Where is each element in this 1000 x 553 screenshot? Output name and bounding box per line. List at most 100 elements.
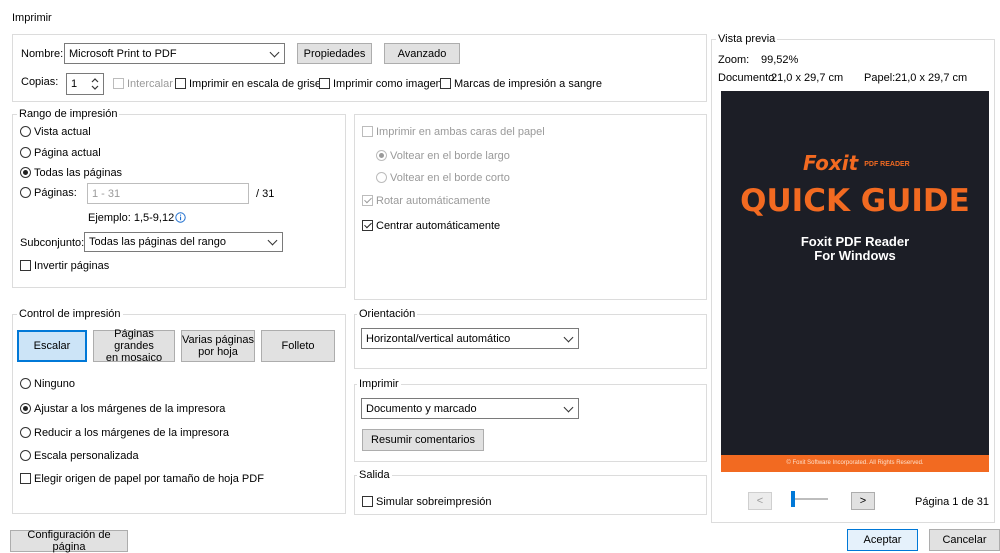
current-page-label: Página actual xyxy=(34,147,101,159)
cancel-button[interactable]: Cancelar xyxy=(929,529,1000,551)
duplex-group xyxy=(354,114,707,300)
radio-pages[interactable] xyxy=(20,187,31,198)
radio-long-edge[interactable] xyxy=(376,150,387,161)
preview-page: Foxit PDF READER QUICK GUIDE Foxit PDF R… xyxy=(721,91,989,472)
as-image-label: Imprimir como imagen xyxy=(333,78,442,90)
document-size-value: 21,0 x 29,7 cm xyxy=(771,72,844,84)
zoom-label: Zoom: xyxy=(718,54,750,66)
pages-input[interactable]: 1 - 31 xyxy=(87,183,249,204)
advanced-button[interactable]: Avanzado xyxy=(384,43,460,64)
booklet-button[interactable]: Folleto xyxy=(261,330,335,362)
output-group xyxy=(354,475,707,515)
paper-size-label: Papel: xyxy=(864,72,896,84)
page-slider-thumb[interactable] xyxy=(791,491,795,507)
page-setup-button[interactable]: Configuración de página xyxy=(10,529,128,553)
both-sides-label: Imprimir en ambas caras del papel xyxy=(376,126,545,138)
print-what-title: Imprimir xyxy=(357,378,401,390)
cover-line-1: Foxit PDF Reader xyxy=(800,234,910,249)
pages-input-value: 1 - 31 xyxy=(92,187,121,200)
pages-example: Ejemplo: 1,5-9,12 xyxy=(88,212,175,224)
radio-shrink-margins[interactable] xyxy=(20,427,31,438)
radio-fit-margins[interactable] xyxy=(20,403,31,414)
as-image-checkbox[interactable] xyxy=(319,78,330,89)
radio-short-edge[interactable] xyxy=(376,172,387,183)
orientation-title: Orientación xyxy=(357,308,418,320)
page-indicator: Página 1 de 31 xyxy=(915,496,990,508)
auto-center-checkbox[interactable] xyxy=(362,220,373,231)
multiple-pages-label-1: Varias páginas xyxy=(182,334,254,346)
next-page-button[interactable]: > xyxy=(851,492,875,510)
printer-name-label: Nombre: xyxy=(21,48,64,60)
summarize-comments-button[interactable]: Resumir comentarios xyxy=(362,429,484,451)
bleed-marks-checkbox[interactable] xyxy=(440,78,451,89)
properties-button[interactable]: Propiedades xyxy=(297,43,372,64)
grayscale-checkbox[interactable] xyxy=(175,78,186,89)
overprint-label: Simular sobreimpresión xyxy=(376,496,492,508)
auto-center-label: Centrar automáticamente xyxy=(376,220,501,232)
print-range-title: Rango de impresión xyxy=(17,108,120,120)
radio-none[interactable] xyxy=(20,378,31,389)
document-size-label: Documento: xyxy=(718,72,778,84)
chevron-down-icon xyxy=(267,235,278,246)
paper-source-label: Elegir origen de papel por tamaño de hoj… xyxy=(34,473,264,485)
ok-button[interactable]: Aceptar xyxy=(847,529,918,551)
grayscale-label: Imprimir en escala de grises xyxy=(189,78,327,90)
all-pages-label: Todas las páginas xyxy=(34,167,123,179)
current-view-label: Vista actual xyxy=(34,126,91,138)
foxit-logo: Foxit PDF READER xyxy=(803,151,910,175)
preview-title: Vista previa xyxy=(716,33,778,45)
copies-label: Copias: xyxy=(21,76,59,88)
page-slider-track[interactable] xyxy=(792,498,828,500)
subset-select-value: Todas las páginas del rango xyxy=(89,236,226,248)
auto-rotate-checkbox[interactable] xyxy=(362,195,373,206)
paper-source-checkbox[interactable] xyxy=(20,473,31,484)
prev-page-button[interactable]: < xyxy=(748,492,772,510)
orientation-select[interactable]: Horizontal/vertical automático xyxy=(361,328,579,349)
copies-stepper[interactable]: 1 xyxy=(66,73,104,95)
pages-label: Páginas: xyxy=(34,187,77,199)
multiple-pages-label-2: por hoja xyxy=(198,346,238,358)
fit-margins-label: Ajustar a los márgenes de la impresora xyxy=(34,403,226,415)
reverse-pages-label: Invertir páginas xyxy=(34,260,110,272)
scale-button[interactable]: Escalar xyxy=(17,330,87,362)
cover-line-2: For Windows xyxy=(814,248,896,263)
spin-arrows-icon[interactable] xyxy=(90,76,100,92)
custom-scale-label: Escala personalizada xyxy=(34,450,139,462)
auto-rotate-label: Rotar automáticamente xyxy=(376,195,491,207)
collate-label: Intercalar xyxy=(127,78,173,90)
subset-select[interactable]: Todas las páginas del rango xyxy=(84,232,283,252)
foxit-logo-text: Foxit xyxy=(803,151,859,175)
radio-current-view[interactable] xyxy=(20,126,31,137)
none-label: Ninguno xyxy=(34,378,75,390)
shrink-margins-label: Reducir a los márgenes de la impresora xyxy=(34,427,230,439)
paper-size-value: 21,0 x 29,7 cm xyxy=(895,72,968,84)
print-control-title: Control de impresión xyxy=(17,308,123,320)
cover-footer-text: © Foxit Software Incorporated. All Right… xyxy=(786,460,924,466)
radio-current-page[interactable] xyxy=(20,147,31,158)
subset-label: Subconjunto: xyxy=(20,237,85,249)
tile-pages-label-2: en mosaico xyxy=(105,352,163,364)
short-edge-label: Voltear en el borde corto xyxy=(390,172,510,184)
cover-heading: QUICK GUIDE xyxy=(740,183,970,219)
printer-select[interactable]: Microsoft Print to PDF xyxy=(64,43,285,64)
both-sides-checkbox[interactable] xyxy=(362,126,373,137)
cover-footer-bar: © Foxit Software Incorporated. All Right… xyxy=(721,455,989,472)
multiple-pages-button[interactable]: Varias páginas por hoja xyxy=(181,330,255,362)
radio-custom-scale[interactable] xyxy=(20,450,31,461)
overprint-checkbox[interactable] xyxy=(362,496,373,507)
bleed-marks-label: Marcas de impresión a sangre xyxy=(454,78,602,90)
print-what-select[interactable]: Documento y marcado xyxy=(361,398,579,419)
tile-pages-button[interactable]: Páginas grandes en mosaico xyxy=(93,328,175,364)
foxit-logo-sub: PDF READER xyxy=(864,161,910,168)
long-edge-label: Voltear en el borde largo xyxy=(390,150,510,162)
printer-select-value: Microsoft Print to PDF xyxy=(69,47,177,60)
info-icon[interactable] xyxy=(175,212,186,223)
print-what-select-value: Documento y marcado xyxy=(366,402,477,415)
radio-all-pages[interactable] xyxy=(20,167,31,178)
reverse-pages-checkbox[interactable] xyxy=(20,260,31,271)
orientation-select-value: Horizontal/vertical automático xyxy=(366,332,511,345)
collate-checkbox[interactable] xyxy=(113,78,124,89)
pages-total: / 31 xyxy=(256,188,275,200)
chevron-down-icon xyxy=(563,332,574,342)
output-title: Salida xyxy=(357,469,392,481)
